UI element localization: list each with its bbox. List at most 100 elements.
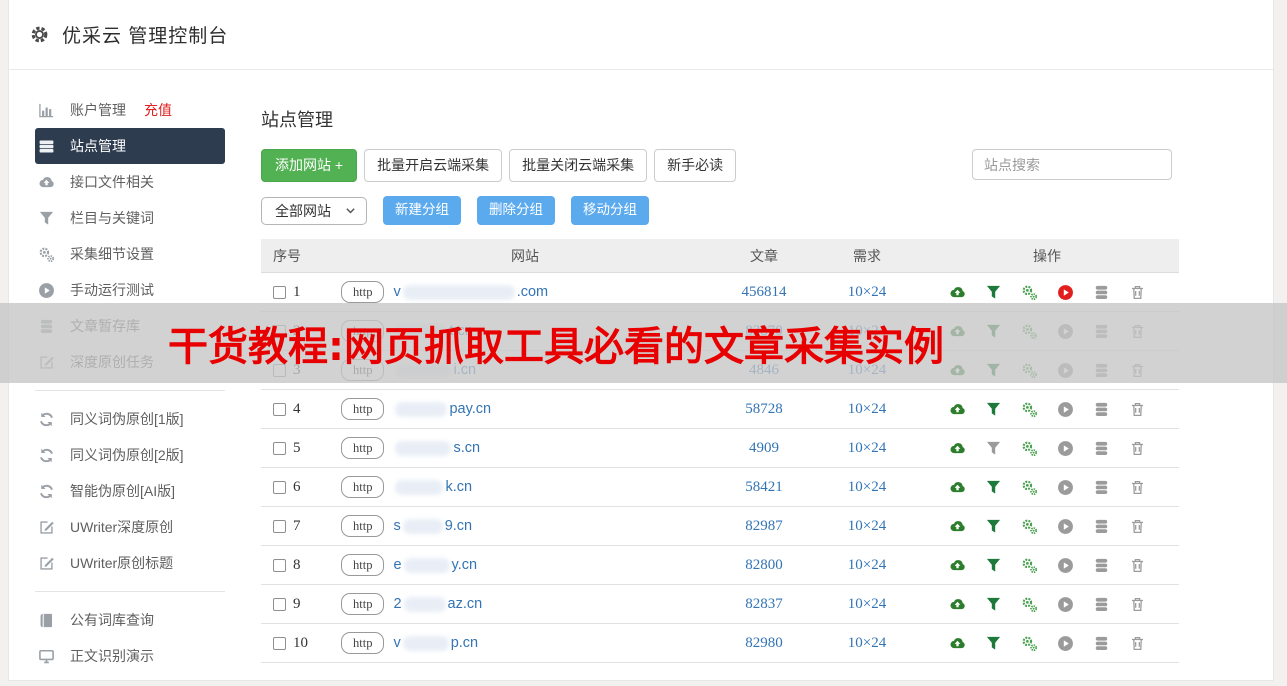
sidebar-item-account[interactable]: 账户管理 充值 bbox=[35, 92, 225, 128]
article-count-link[interactable]: 4846 bbox=[749, 362, 779, 378]
filter-icon[interactable] bbox=[985, 557, 1002, 574]
filter-icon[interactable] bbox=[985, 518, 1002, 535]
http-protocol-button[interactable]: http bbox=[341, 358, 385, 382]
row-checkbox[interactable] bbox=[273, 441, 286, 455]
article-count-link[interactable]: 82837 bbox=[745, 596, 783, 612]
gears-icon[interactable] bbox=[1021, 518, 1038, 535]
row-checkbox[interactable] bbox=[273, 402, 286, 416]
demand-value[interactable]: 10×24 bbox=[848, 557, 886, 573]
database-icon[interactable] bbox=[1093, 596, 1110, 613]
database-icon[interactable] bbox=[1093, 518, 1110, 535]
recharge-link[interactable]: 充值 bbox=[144, 100, 172, 120]
cloud-upload-icon[interactable] bbox=[949, 440, 966, 457]
sidebar-item-article-cache[interactable]: 文章暂存库 bbox=[35, 308, 225, 344]
gears-icon[interactable] bbox=[1021, 479, 1038, 496]
article-count-link[interactable]: 58421 bbox=[745, 479, 783, 495]
site-link[interactable]: i.cn bbox=[393, 362, 476, 378]
sidebar-item-synonym-rewrite-2[interactable]: 同义词伪原创[2版] bbox=[35, 437, 225, 473]
row-checkbox[interactable] bbox=[273, 363, 286, 377]
article-count-link[interactable]: 82800 bbox=[745, 557, 783, 573]
demand-value[interactable]: 10×24 bbox=[848, 518, 886, 534]
http-protocol-button[interactable]: http bbox=[341, 631, 385, 655]
demand-value[interactable]: 10×24 bbox=[848, 284, 886, 300]
cloud-upload-icon[interactable] bbox=[949, 323, 966, 340]
site-link[interactable]: pay.cn bbox=[393, 401, 491, 417]
cloud-upload-icon[interactable] bbox=[949, 596, 966, 613]
site-link[interactable]: v .com bbox=[393, 284, 548, 300]
database-icon[interactable] bbox=[1093, 479, 1110, 496]
demand-value[interactable]: 10×24 bbox=[848, 440, 886, 456]
site-link[interactable]: t.cn bbox=[393, 323, 473, 339]
article-count-link[interactable]: 4909 bbox=[749, 440, 779, 456]
play-icon[interactable] bbox=[1057, 323, 1074, 340]
trash-icon[interactable] bbox=[1129, 557, 1146, 574]
sidebar-item-deep-original-task[interactable]: 深度原创任务 bbox=[35, 344, 225, 380]
newbie-guide-button[interactable]: 新手必读 bbox=[654, 149, 737, 183]
http-protocol-button[interactable]: http bbox=[341, 280, 385, 304]
filter-icon[interactable] bbox=[985, 362, 1002, 379]
trash-icon[interactable] bbox=[1129, 479, 1146, 496]
filter-icon[interactable] bbox=[985, 479, 1002, 496]
filter-icon[interactable] bbox=[985, 284, 1002, 301]
http-protocol-button[interactable]: http bbox=[341, 592, 385, 616]
gears-icon[interactable] bbox=[1021, 440, 1038, 457]
site-link[interactable]: v p.cn bbox=[393, 635, 478, 651]
row-checkbox[interactable] bbox=[273, 519, 286, 533]
row-checkbox[interactable] bbox=[273, 480, 286, 494]
cloud-upload-icon[interactable] bbox=[949, 635, 966, 652]
database-icon[interactable] bbox=[1093, 284, 1110, 301]
gears-icon[interactable] bbox=[1021, 596, 1038, 613]
cloud-upload-icon[interactable] bbox=[949, 362, 966, 379]
play-icon[interactable] bbox=[1057, 479, 1074, 496]
sidebar-item-sites[interactable]: 站点管理 bbox=[35, 128, 225, 164]
database-icon[interactable] bbox=[1093, 440, 1110, 457]
gears-icon[interactable] bbox=[1021, 557, 1038, 574]
delete-group-button[interactable]: 删除分组 bbox=[477, 196, 555, 226]
database-icon[interactable] bbox=[1093, 557, 1110, 574]
trash-icon[interactable] bbox=[1129, 401, 1146, 418]
trash-icon[interactable] bbox=[1129, 323, 1146, 340]
database-icon[interactable] bbox=[1093, 362, 1110, 379]
sidebar-item-ai-rewrite[interactable]: 智能伪原创[AI版] bbox=[35, 473, 225, 509]
demand-value[interactable]: 10×24 bbox=[848, 635, 886, 651]
cloud-upload-icon[interactable] bbox=[949, 284, 966, 301]
sidebar-item-interface-files[interactable]: 接口文件相关 bbox=[35, 164, 225, 200]
sidebar-item-synonym-rewrite-1[interactable]: 同义词伪原创[1版] bbox=[35, 401, 225, 437]
article-count-link[interactable]: 82980 bbox=[745, 635, 783, 651]
site-link[interactable]: k.cn bbox=[393, 479, 472, 495]
http-protocol-button[interactable]: http bbox=[341, 514, 385, 538]
new-group-button[interactable]: 新建分组 bbox=[383, 196, 461, 226]
trash-icon[interactable] bbox=[1129, 362, 1146, 379]
demand-value[interactable]: 10×24 bbox=[848, 401, 886, 417]
gears-icon[interactable] bbox=[1021, 362, 1038, 379]
sidebar-item-uwriter-deep[interactable]: UWriter深度原创 bbox=[35, 509, 225, 545]
site-search-input[interactable] bbox=[972, 149, 1172, 180]
sidebar-item-collect-settings[interactable]: 采集细节设置 bbox=[35, 236, 225, 272]
http-protocol-button[interactable]: http bbox=[341, 436, 385, 460]
demand-value[interactable]: 10×24 bbox=[848, 596, 886, 612]
trash-icon[interactable] bbox=[1129, 284, 1146, 301]
sidebar-item-public-lexicon[interactable]: 公有词库查询 bbox=[35, 602, 225, 638]
demand-value[interactable]: 10×24 bbox=[848, 479, 886, 495]
play-icon[interactable] bbox=[1057, 596, 1074, 613]
database-icon[interactable] bbox=[1093, 323, 1110, 340]
article-count-link[interactable]: 82987 bbox=[745, 518, 783, 534]
trash-icon[interactable] bbox=[1129, 596, 1146, 613]
article-count-link[interactable]: 58728 bbox=[745, 401, 783, 417]
cloud-upload-icon[interactable] bbox=[949, 518, 966, 535]
play-icon[interactable] bbox=[1057, 401, 1074, 418]
article-count-link[interactable]: 456814 bbox=[742, 284, 787, 300]
site-link[interactable]: 2 az.cn bbox=[393, 596, 482, 612]
batch-close-cloud-collect-button[interactable]: 批量关闭云端采集 bbox=[509, 149, 648, 183]
batch-open-cloud-collect-button[interactable]: 批量开启云端采集 bbox=[364, 149, 503, 183]
add-site-button[interactable]: 添加网站 + bbox=[261, 149, 358, 183]
play-icon[interactable] bbox=[1057, 284, 1074, 301]
database-icon[interactable] bbox=[1093, 635, 1110, 652]
play-icon[interactable] bbox=[1057, 518, 1074, 535]
cloud-upload-icon[interactable] bbox=[949, 401, 966, 418]
row-checkbox[interactable] bbox=[273, 636, 286, 650]
row-checkbox[interactable] bbox=[273, 597, 286, 611]
filter-icon[interactable] bbox=[985, 440, 1002, 457]
row-checkbox[interactable] bbox=[273, 285, 286, 299]
play-icon[interactable] bbox=[1057, 557, 1074, 574]
